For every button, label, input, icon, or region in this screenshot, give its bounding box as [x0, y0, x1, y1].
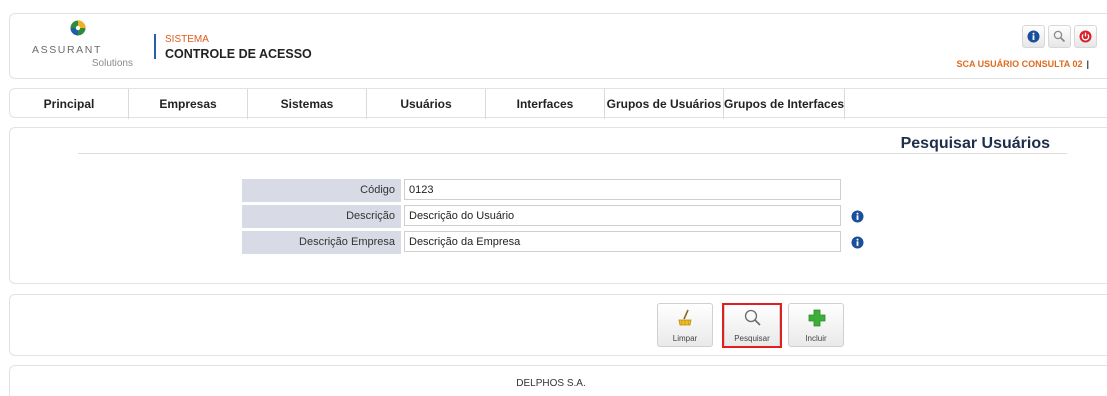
nav-item-principal[interactable]: Principal	[10, 89, 129, 119]
form-row-descricao: Descrição	[242, 204, 864, 230]
search-button[interactable]: Pesquisar	[724, 303, 780, 347]
clear-button-label: Limpar	[672, 334, 698, 343]
nav-item-empresas[interactable]: Empresas	[129, 89, 248, 119]
search-panel: Pesquisar Usuários Código Descrição Desc…	[9, 127, 1107, 284]
actions-panel: Limpar Pesquisar Incluir	[9, 294, 1107, 356]
descricao-empresa-input[interactable]	[404, 231, 841, 252]
nav-item-grupos-usuarios[interactable]: Grupos de Usuários	[605, 89, 724, 119]
power-icon	[1079, 30, 1092, 43]
plus-icon	[808, 309, 826, 327]
help-button[interactable]	[1022, 25, 1045, 48]
logo-tagline: Solutions	[91, 58, 133, 69]
descricao-info-icon[interactable]	[851, 210, 864, 223]
descricao-input[interactable]	[404, 205, 841, 226]
codigo-input[interactable]	[404, 179, 841, 200]
main-navigation: Principal Empresas Sistemas Usuários Int…	[9, 88, 1107, 119]
search-form: Código Descrição Descrição Empresa	[242, 178, 864, 256]
footer-panel: DELPHOS S.A.	[9, 365, 1107, 396]
system-title: CONTROLE DE ACESSO	[165, 47, 312, 61]
user-info: SCA USUÁRIO CONSULTA 02 |	[956, 59, 1089, 69]
user-name: SCA USUÁRIO CONSULTA 02	[956, 59, 1083, 69]
search-shortcut-button[interactable]	[1048, 25, 1071, 48]
logout-button[interactable]	[1074, 25, 1097, 48]
broom-icon	[678, 309, 692, 326]
descricao-empresa-label: Descrição Empresa	[242, 231, 401, 254]
info-icon	[1027, 30, 1040, 43]
nav-item-usuarios[interactable]: Usuários	[367, 89, 486, 119]
descricao-empresa-info-icon[interactable]	[851, 236, 864, 249]
footer-text: DELPHOS S.A.	[516, 378, 586, 389]
codigo-label: Código	[242, 179, 401, 202]
add-button-label: Incluir	[805, 334, 827, 343]
user-separator: |	[1086, 59, 1089, 69]
nav-item-interfaces[interactable]: Interfaces	[486, 89, 605, 119]
search-icon	[1053, 30, 1066, 43]
form-row-descricao-empresa: Descrição Empresa	[242, 230, 864, 256]
header-panel: ASSURANT Solutions SISTEMA CONTROLE DE A…	[9, 13, 1107, 79]
title-divider	[78, 153, 1067, 154]
clear-button[interactable]: Limpar	[657, 303, 713, 347]
system-divider	[154, 34, 156, 59]
page-title: Pesquisar Usuários	[900, 135, 1050, 152]
logo-mark-icon	[70, 20, 86, 36]
search-button-label: Pesquisar	[734, 334, 770, 343]
logo-brand-text: ASSURANT	[32, 44, 102, 56]
nav-item-sistemas[interactable]: Sistemas	[248, 89, 367, 119]
nav-item-grupos-interfaces[interactable]: Grupos de Interfaces	[724, 89, 845, 119]
magnifier-icon	[744, 309, 761, 326]
descricao-label: Descrição	[242, 205, 401, 228]
form-row-codigo: Código	[242, 178, 862, 204]
assurant-logo: ASSURANT Solutions	[32, 20, 133, 76]
add-button[interactable]: Incluir	[788, 303, 844, 347]
system-label: SISTEMA	[165, 34, 209, 45]
